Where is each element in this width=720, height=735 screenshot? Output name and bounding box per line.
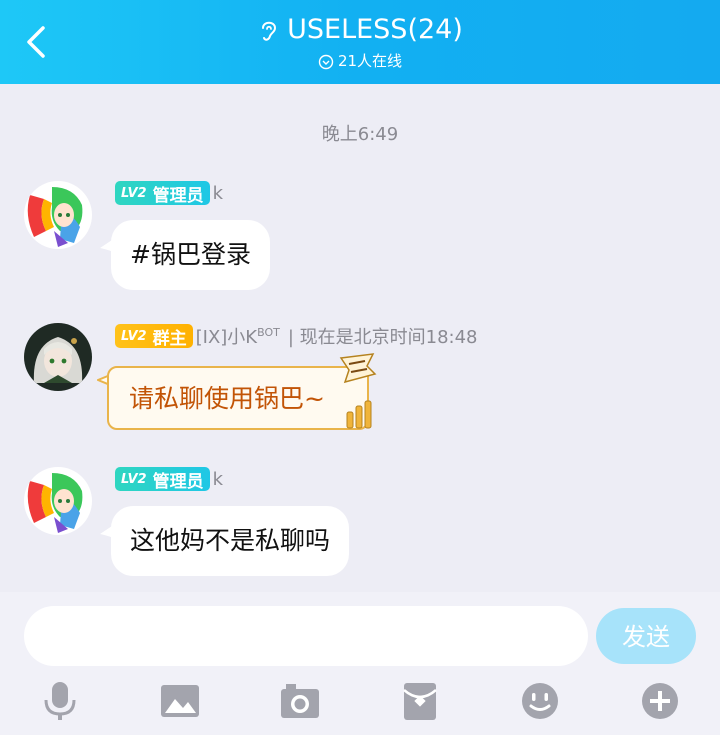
message-bubble[interactable]: #锅巴登录 — [111, 220, 270, 290]
sender-info[interactable]: LV2 管理员 k — [115, 180, 223, 206]
sparkle-bars-icon — [346, 400, 372, 429]
avatar[interactable] — [24, 323, 92, 391]
sticker-decoration-icon — [339, 353, 377, 384]
message-bubble[interactable]: 这他妈不是私聊吗 — [111, 506, 350, 576]
plus-icon[interactable] — [638, 680, 682, 722]
image-icon[interactable] — [158, 680, 202, 722]
chat-header: USELESS(24) 21人在线 — [0, 0, 720, 84]
sender-nickname: k — [212, 468, 224, 490]
microphone-icon[interactable] — [38, 680, 82, 722]
level-badge: LV2 管理员 — [115, 181, 210, 206]
ear-icon — [262, 21, 277, 41]
level-badge: LV2 群主 — [115, 324, 193, 349]
avatar[interactable] — [24, 181, 92, 249]
level-badge: LV2 管理员 — [115, 467, 210, 492]
time-divider: 晚上6:49 — [321, 124, 399, 145]
bot-tag: BOT — [257, 326, 280, 339]
online-check-icon — [318, 54, 334, 69]
role-label: 群主 — [152, 328, 187, 349]
sender-nickname: k — [212, 182, 224, 204]
emoji-icon[interactable] — [518, 680, 562, 722]
rainbow-character-avatar — [24, 467, 92, 535]
role-label: 管理员 — [152, 471, 204, 492]
camera-icon[interactable] — [278, 680, 322, 722]
online-count: 21人在线 — [337, 52, 403, 70]
bot-character-avatar — [24, 323, 92, 391]
chat-title-row[interactable]: USELESS(24) — [0, 12, 720, 48]
avatar[interactable] — [24, 467, 92, 535]
bot-status-text: | 现在是北京时间18:48 — [287, 327, 478, 348]
sender-nickname: [IX]小KBOT — [195, 326, 280, 348]
sender-info[interactable]: LV2 群主 [IX]小KBOT | 现在是北京时间18:48 — [115, 323, 478, 349]
sender-info[interactable]: LV2 管理员 k — [115, 466, 223, 492]
message-bubble[interactable]: 请私聊使用锅巴~ — [107, 366, 369, 430]
send-button[interactable]: 发送 — [596, 608, 696, 664]
message-input[interactable] — [24, 606, 588, 666]
role-label: 管理员 — [152, 185, 204, 206]
group-title: USELESS(24) — [287, 14, 463, 45]
rainbow-character-avatar — [24, 181, 92, 249]
red-packet-icon[interactable] — [398, 680, 442, 722]
online-status[interactable]: 21人在线 — [0, 50, 720, 72]
